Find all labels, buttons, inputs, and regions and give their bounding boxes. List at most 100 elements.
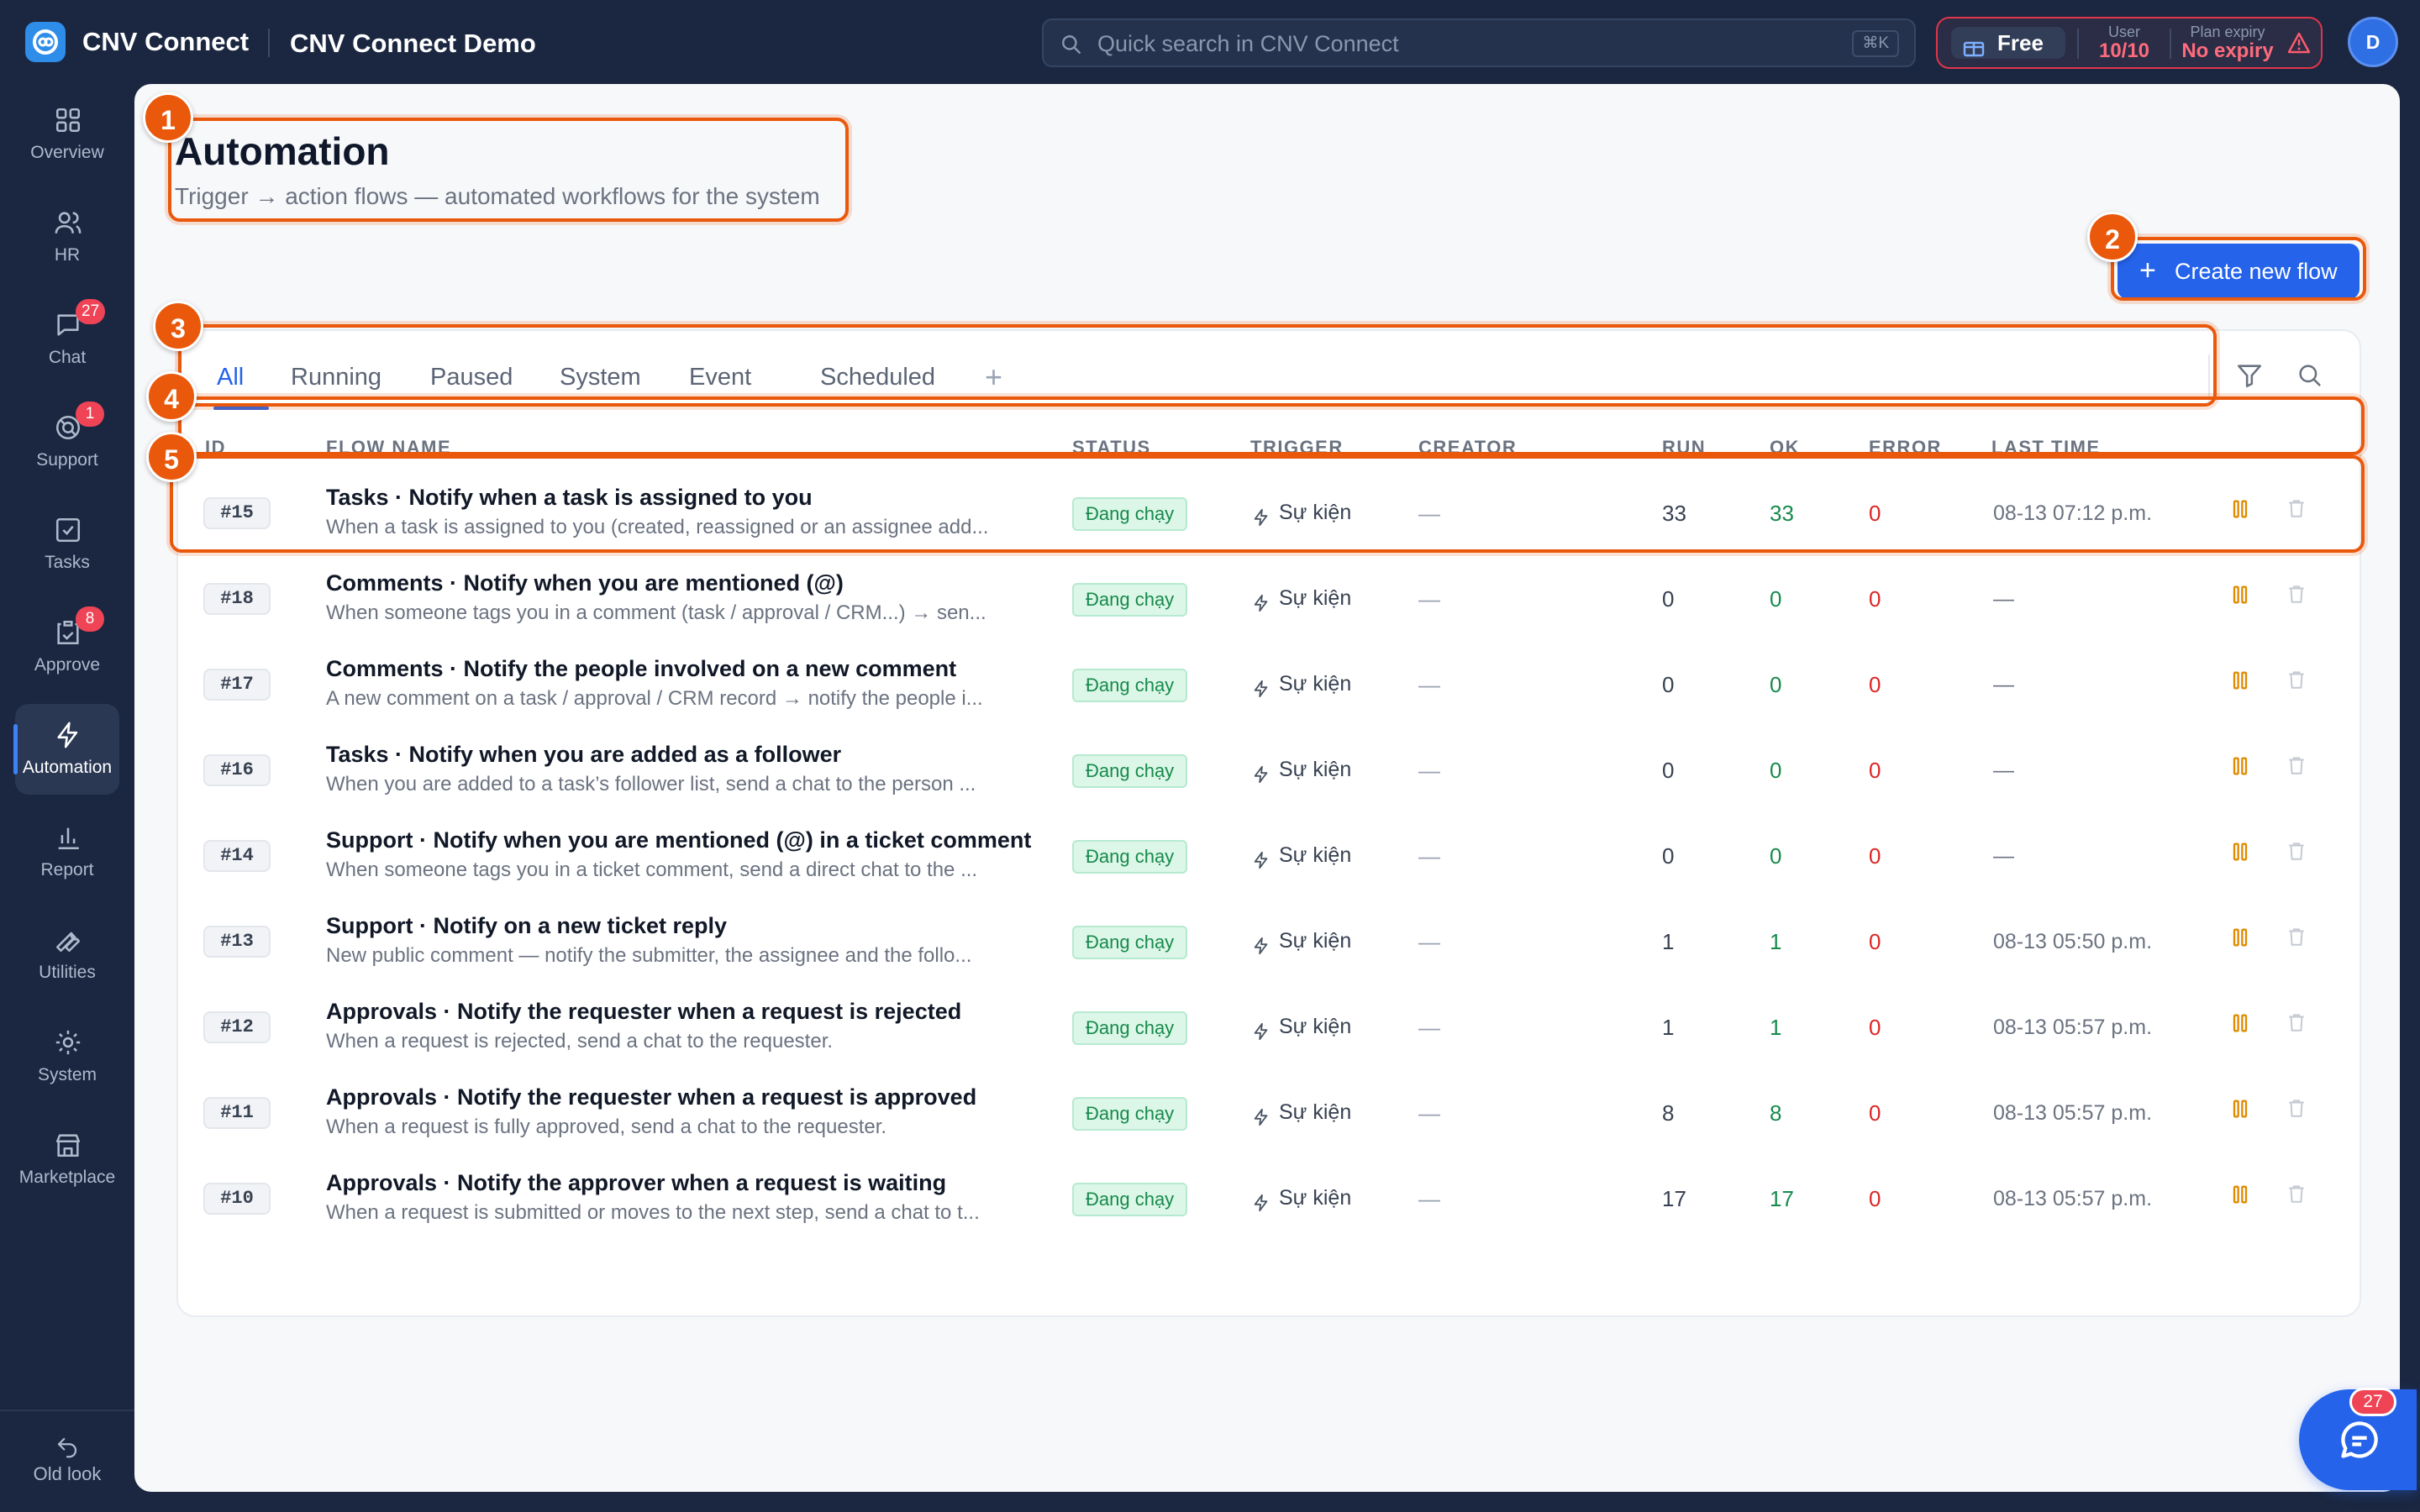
column-header-status[interactable]: STATUS xyxy=(1072,437,1151,459)
column-header-ok[interactable]: OK xyxy=(1770,437,1800,459)
error-count: 0 xyxy=(1869,1100,1881,1126)
table-row[interactable]: #11 Approvals · Notify the requester when… xyxy=(178,1070,2360,1156)
pause-icon[interactable] xyxy=(2228,1097,2254,1122)
trigger-label: Sự kiện xyxy=(1279,586,1352,610)
sidebar-item-utilities[interactable]: Utilities xyxy=(15,909,119,1000)
sidebar-item-report[interactable]: Report xyxy=(15,806,119,897)
workspace-name[interactable]: CNV Connect Demo xyxy=(290,25,536,62)
tab-running[interactable]: Running xyxy=(291,348,381,407)
pause-icon[interactable] xyxy=(2228,1011,2254,1037)
tab-paused[interactable]: Paused xyxy=(430,348,513,407)
trash-icon[interactable] xyxy=(2286,754,2311,780)
trash-icon[interactable] xyxy=(2286,926,2311,951)
annotation-marker: 4 xyxy=(146,371,197,422)
sidebar-item-automation[interactable]: Automation xyxy=(13,704,119,795)
column-header-run[interactable]: RUN xyxy=(1662,437,1706,459)
pause-icon[interactable] xyxy=(2228,1183,2254,1208)
flow-name[interactable]: Tasks · Notify when you are added as a f… xyxy=(326,739,1065,769)
sidebar-item-hr[interactable]: HR xyxy=(15,192,119,282)
check-square-icon xyxy=(54,516,82,544)
old-look-button[interactable]: Old look xyxy=(8,1428,126,1504)
table-row[interactable]: #12 Approvals · Notify the requester when… xyxy=(178,984,2360,1070)
create-flow-button[interactable]: + Create new flow xyxy=(2118,244,2360,299)
pause-icon[interactable] xyxy=(2228,583,2254,608)
flow-name[interactable]: Comments · Notify the people involved on… xyxy=(326,654,1065,684)
sidebar-item-system[interactable]: System xyxy=(15,1011,119,1102)
plus-icon: + xyxy=(2139,255,2156,286)
ok-count: 1 xyxy=(1770,929,1782,954)
tab-all[interactable]: All xyxy=(213,348,270,410)
flow-name[interactable]: Approvals · Notify the requester when a … xyxy=(326,1082,1065,1112)
annotation-marker: 5 xyxy=(146,432,197,482)
sidebar-item-marketplace[interactable]: Marketplace xyxy=(15,1114,119,1205)
table-row[interactable]: #15 Tasks · Notify when a task is assigne… xyxy=(178,470,2360,556)
trash-icon[interactable] xyxy=(2286,840,2311,865)
table-row[interactable]: #13 Support · Notify on a new ticket repl… xyxy=(178,899,2360,984)
trash-icon[interactable] xyxy=(2286,497,2311,522)
plan-tier-badge[interactable]: Free xyxy=(1951,27,2065,59)
table-row[interactable]: #17 Comments · Notify the people involved… xyxy=(178,642,2360,727)
column-header-last-time[interactable]: LAST TIME xyxy=(1991,437,2101,459)
trash-icon[interactable] xyxy=(2286,1183,2311,1208)
pause-icon[interactable] xyxy=(2228,840,2254,865)
table-search-icon[interactable] xyxy=(2296,361,2329,395)
flow-name[interactable]: Support · Notify when you are mentioned … xyxy=(326,825,1065,855)
add-tab-icon[interactable]: + xyxy=(985,360,1002,395)
flow-name[interactable]: Approvals · Notify the approver when a r… xyxy=(326,1168,1065,1198)
creator: — xyxy=(1418,1100,1440,1126)
pause-icon[interactable] xyxy=(2228,754,2254,780)
flow-description: When a task is assigned to you (created,… xyxy=(326,516,989,538)
annotation-marker: 1 xyxy=(143,92,193,143)
flow-description: When someone tags you in a comment (task… xyxy=(326,601,986,624)
ok-count: 0 xyxy=(1770,586,1782,612)
plan-divider xyxy=(2077,29,2079,59)
table-row[interactable]: #18 Comments · Notify when you are mentio… xyxy=(178,556,2360,642)
flow-name[interactable]: Approvals · Notify the requester when a … xyxy=(326,996,1065,1026)
app-name[interactable]: CNV Connect xyxy=(82,24,249,60)
column-header-id[interactable]: ID xyxy=(205,437,226,459)
tab-event[interactable]: Event xyxy=(689,348,751,407)
sidebar-item-overview[interactable]: Overview xyxy=(15,89,119,180)
approve-badge: 8 xyxy=(76,606,104,632)
user-avatar[interactable]: D xyxy=(2348,17,2398,67)
trash-icon[interactable] xyxy=(2286,1011,2311,1037)
column-header-error[interactable]: ERROR xyxy=(1869,437,1942,459)
quick-search[interactable]: ⌘K xyxy=(1042,18,1916,67)
app-logo-icon[interactable] xyxy=(25,22,66,62)
gift-icon xyxy=(1963,34,1985,66)
creator: — xyxy=(1418,843,1440,869)
trash-icon[interactable] xyxy=(2286,1097,2311,1122)
sidebar-item-label: Automation xyxy=(22,758,113,777)
pause-icon[interactable] xyxy=(2228,497,2254,522)
flow-table-card: All Running Paused System Event Schedule… xyxy=(176,329,2361,1317)
plan-status[interactable]: Free User 10/10 Plan expiry No expiry xyxy=(1936,17,2323,69)
pause-icon[interactable] xyxy=(2228,926,2254,951)
table-row[interactable]: #16 Tasks · Notify when you are added as … xyxy=(178,727,2360,813)
column-header-trigger[interactable]: TRIGGER xyxy=(1250,437,1344,459)
flow-name[interactable]: Tasks · Notify when a task is assigned t… xyxy=(326,482,1065,512)
column-header-flow-name[interactable]: FLOW NAME xyxy=(326,437,451,459)
column-header-creator[interactable]: CREATOR xyxy=(1418,437,1517,459)
tab-system[interactable]: System xyxy=(560,348,641,407)
table-row[interactable]: #14 Support · Notify when you are mention… xyxy=(178,813,2360,899)
last-run-time: 08-13 05:57 p.m. xyxy=(1993,1101,2153,1125)
flow-description: New public comment — notify the submitte… xyxy=(326,944,972,967)
table-row[interactable]: #10 Approvals · Notify the approver when … xyxy=(178,1156,2360,1242)
sidebar-item-support[interactable]: 1 Support xyxy=(15,396,119,487)
sidebar-item-tasks[interactable]: Tasks xyxy=(15,499,119,590)
flow-name[interactable]: Comments · Notify when you are mentioned… xyxy=(326,568,1065,598)
search-input[interactable] xyxy=(1096,27,1818,60)
pause-icon[interactable] xyxy=(2228,669,2254,694)
trigger-type: Sự kiện xyxy=(1252,667,1351,701)
filter-icon[interactable] xyxy=(2235,361,2269,395)
tab-scheduled[interactable]: Scheduled xyxy=(820,348,935,407)
trash-icon[interactable] xyxy=(2286,583,2311,608)
flow-id: #12 xyxy=(203,1011,271,1043)
sidebar-item-label: Support xyxy=(36,450,98,470)
sidebar-item-chat[interactable]: 27 Chat xyxy=(15,294,119,385)
flow-name[interactable]: Support · Notify on a new ticket reply xyxy=(326,911,1065,941)
bolt-icon xyxy=(1252,1017,1270,1051)
trash-icon[interactable] xyxy=(2286,669,2311,694)
sidebar-item-approve[interactable]: 8 Approve xyxy=(15,601,119,692)
ok-count: 33 xyxy=(1770,501,1794,526)
